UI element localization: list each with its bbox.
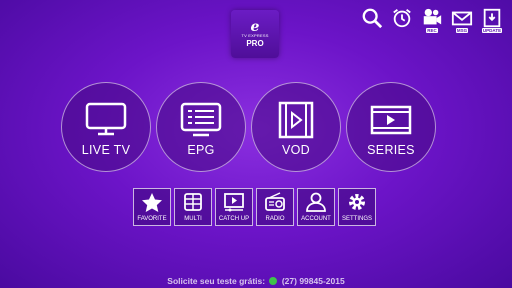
search-icon[interactable]	[360, 7, 384, 31]
series-button[interactable]: SERIES	[346, 82, 436, 172]
alarm-clock-icon[interactable]	[390, 7, 414, 31]
series-icon	[370, 105, 412, 135]
epg-label: EPG	[187, 143, 215, 157]
gear-icon	[349, 194, 365, 210]
account-button[interactable]: ACCOUNT	[297, 188, 335, 226]
message-icon[interactable]: MSG	[450, 7, 474, 33]
live-tv-button[interactable]: LIVE TV	[61, 82, 151, 172]
star-icon	[142, 193, 162, 212]
update-icon[interactable]: UPDATE	[480, 7, 504, 33]
rec-caption: REC	[426, 28, 438, 33]
settings-label: SETTINGS	[341, 216, 372, 222]
whatsapp-icon	[269, 277, 278, 285]
film-icon	[278, 101, 314, 139]
top-toolbar: REC MSG UPDATE	[360, 7, 504, 33]
live-tv-label: LIVE TV	[81, 143, 131, 157]
multi-button[interactable]: MULTI	[174, 188, 212, 226]
epg-button[interactable]: EPG	[156, 82, 246, 172]
vod-label: VOD	[282, 143, 310, 157]
footer-phone[interactable]: (27) 99845-2015	[282, 276, 345, 286]
message-caption: MSG	[455, 28, 469, 33]
update-caption: UPDATE	[481, 28, 503, 33]
account-label: ACCOUNT	[301, 216, 331, 222]
multi-label: MULTI	[184, 216, 202, 222]
main-menu: LIVE TV EPG VOD SERIES	[61, 82, 436, 172]
app-logo: e TV EXPRESS PRO	[231, 10, 279, 58]
favorite-button[interactable]: FAVORITE	[133, 188, 171, 226]
radio-button[interactable]: RADIO	[256, 188, 294, 226]
radio-label: RADIO	[265, 216, 285, 222]
epg-icon	[180, 102, 222, 137]
settings-button[interactable]: SETTINGS	[338, 188, 376, 226]
favorite-label: FAVORITE	[137, 216, 167, 222]
logo-pro: PRO	[246, 38, 264, 48]
multi-screen-icon	[184, 193, 202, 211]
series-label: SERIES	[367, 143, 415, 157]
footer: Solicite seu teste grátis: (27) 99845-20…	[0, 276, 512, 286]
rec-icon[interactable]: REC	[420, 7, 444, 33]
tv-icon	[85, 102, 127, 136]
logo-letter: e	[250, 18, 260, 35]
account-icon	[306, 192, 326, 212]
sub-menu: FAVORITE MULTI CATCH UP RADIO ACCOUNT SE…	[133, 188, 376, 226]
footer-text: Solicite seu teste grátis:	[167, 276, 266, 286]
catch-up-label: CATCH UP	[218, 216, 250, 222]
radio-icon	[265, 192, 285, 211]
catch-up-button[interactable]: CATCH UP	[215, 188, 253, 226]
vod-button[interactable]: VOD	[251, 82, 341, 172]
catch-up-icon	[224, 193, 244, 212]
